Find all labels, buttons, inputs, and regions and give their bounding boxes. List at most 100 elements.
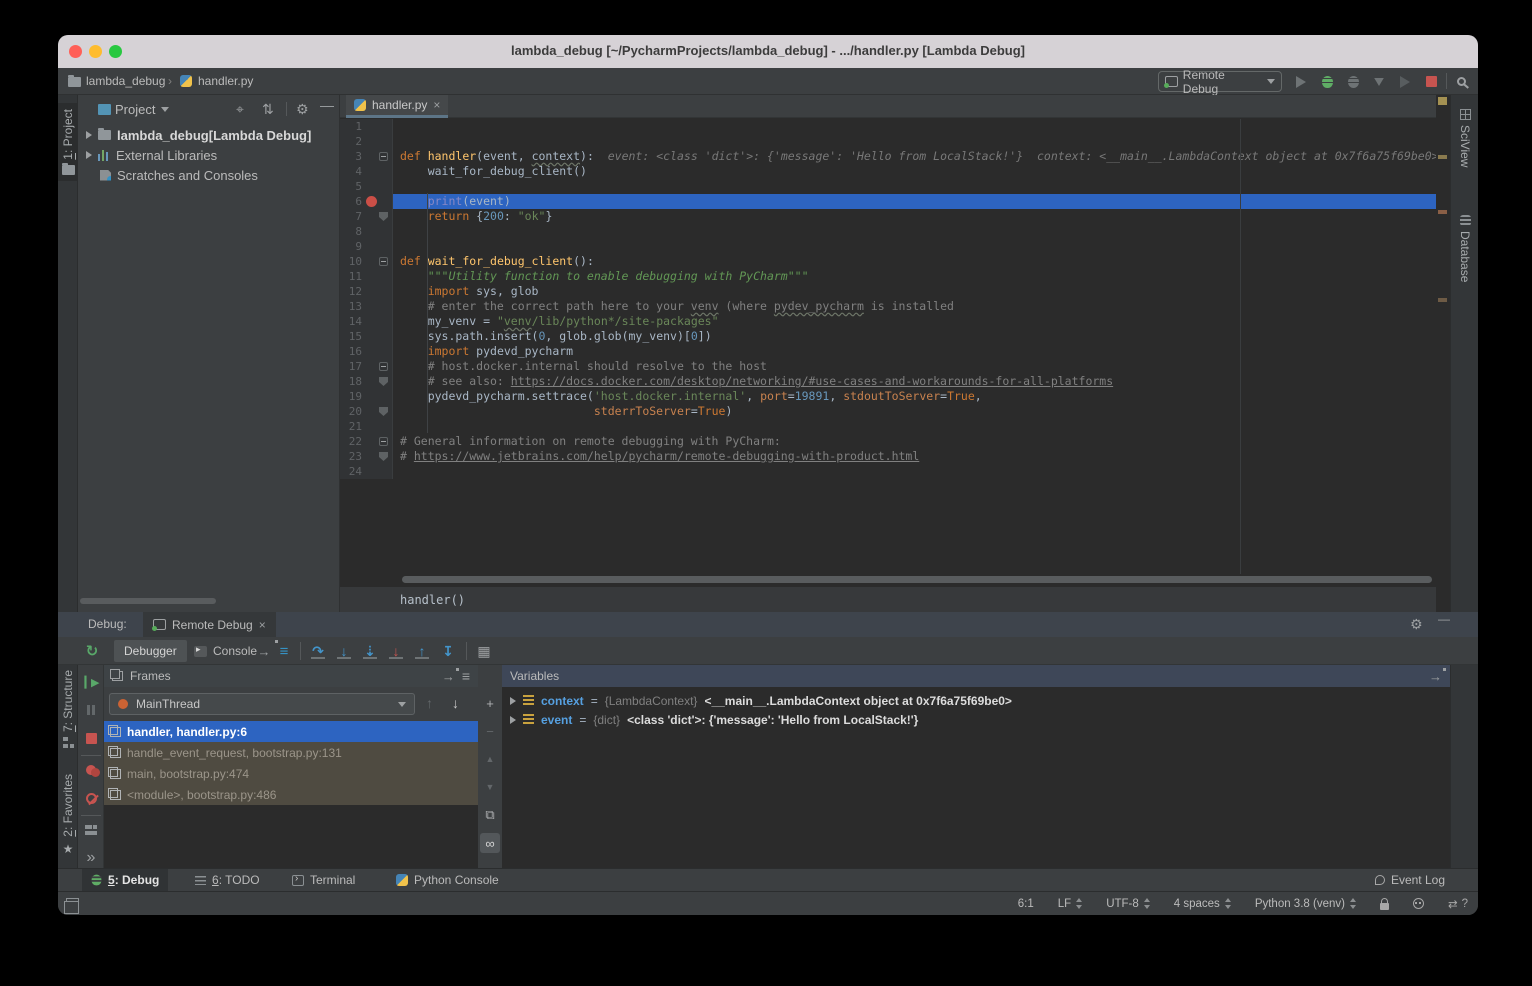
fold-marker-icon[interactable]	[379, 257, 388, 266]
expand-arrow-icon[interactable]	[86, 131, 92, 139]
editor-gutter-cell[interactable]: 13	[340, 299, 393, 314]
move-up-icon[interactable]: ▲	[480, 749, 500, 769]
project-hscrollbar[interactable]	[80, 598, 216, 604]
code-line[interactable]: 7 return {200: "ok"}	[340, 209, 1436, 224]
sidebar-item-project[interactable]: 1: Project	[58, 103, 78, 181]
fold-marker-icon[interactable]	[379, 362, 388, 371]
frames-header[interactable]: Frames → ≡	[104, 665, 478, 687]
run-button[interactable]	[1292, 73, 1310, 90]
frame-row[interactable]: handle_event_request, bootstrap.py:131	[104, 742, 478, 763]
debug-session-tab[interactable]: Remote Debug ×	[143, 612, 276, 637]
remove-watch-icon[interactable]: −	[480, 721, 500, 741]
tree-item-external-libraries[interactable]: External Libraries	[78, 145, 339, 165]
search-everywhere-button[interactable]	[1452, 73, 1470, 90]
status-item-4-spaces[interactable]: 4 spaces	[1174, 898, 1231, 910]
previous-frame-icon[interactable]: ↑	[426, 695, 433, 711]
tree-item-scratches-and-consoles[interactable]: Scratches and Consoles	[78, 165, 339, 185]
frame-row[interactable]: handler, handler.py:6	[104, 721, 478, 742]
editor-gutter-cell[interactable]: 22	[340, 434, 393, 449]
title-bar[interactable]: lambda_debug [~/PycharmProjects/lambda_d…	[58, 35, 1478, 68]
event-log-button[interactable]: Event Log	[1366, 869, 1454, 891]
fold-marker-icon[interactable]	[379, 377, 388, 386]
run-configuration-select[interactable]: Remote Debug	[1158, 71, 1282, 92]
code-line[interactable]: 3def handler(event, context): event: <cl…	[340, 149, 1436, 164]
jump-to-output-icon[interactable]: →	[254, 641, 274, 661]
step-into-icon[interactable]: ↓	[334, 641, 354, 661]
code-line[interactable]: 19 pydevd_pycharm.settrace('host.docker.…	[340, 389, 1436, 404]
status-face[interactable]	[1413, 898, 1424, 909]
tree-item-lambda-debug[interactable]: lambda_debug [Lambda Debug]	[78, 125, 339, 145]
frame-row[interactable]: main, bootstrap.py:474	[104, 763, 478, 784]
editor-gutter-cell[interactable]: 20	[340, 404, 393, 419]
status-item-python-3-8-venv-[interactable]: Python 3.8 (venv)	[1255, 898, 1356, 910]
run-to-cursor-icon[interactable]: ↧	[438, 641, 458, 661]
status-item-utf-8[interactable]: UTF-8	[1106, 898, 1150, 910]
code-line[interactable]: 21	[340, 419, 1436, 434]
editor-gutter-cell[interactable]: 15	[340, 329, 393, 344]
duplicate-watch-icon[interactable]: ⧉	[480, 805, 500, 825]
fold-marker-icon[interactable]	[379, 437, 388, 446]
editor-gutter-cell[interactable]: 4	[340, 164, 393, 179]
fold-marker-icon[interactable]	[379, 407, 388, 416]
warning-mark[interactable]	[1438, 155, 1447, 159]
jump-to-source-icon[interactable]: →	[442, 669, 455, 684]
code-line[interactable]: 17 # host.docker.internal should resolve…	[340, 359, 1436, 374]
editor-gutter-cell[interactable]: 19	[340, 389, 393, 404]
move-down-icon[interactable]: ▼	[480, 777, 500, 797]
step-out-icon[interactable]: ↑	[412, 641, 432, 661]
profiler-button[interactable]	[1370, 73, 1388, 90]
editor-gutter-cell[interactable]: 18	[340, 374, 393, 389]
code-line[interactable]: 4 wait_for_debug_client()	[340, 164, 1436, 179]
fold-marker-icon[interactable]	[379, 212, 388, 221]
fold-marker-icon[interactable]	[379, 452, 388, 461]
step-over-icon[interactable]: ↷	[308, 641, 328, 661]
show-watches-icon[interactable]: ∞	[480, 833, 500, 853]
locate-file-icon[interactable]: ⌖	[236, 101, 244, 118]
gear-icon[interactable]: ⚙	[1410, 616, 1423, 633]
expand-arrow-icon[interactable]	[86, 151, 92, 159]
view-breakpoints-icon[interactable]	[82, 761, 100, 779]
editor-gutter-cell[interactable]: 10	[340, 254, 393, 269]
collapse-all-icon[interactable]: ⇅	[262, 101, 274, 118]
code-line[interactable]: 10def wait_for_debug_client():	[340, 254, 1436, 269]
editor-gutter-cell[interactable]: 2	[340, 134, 393, 149]
menu-icon[interactable]: ≡	[462, 668, 470, 684]
editor-gutter-cell[interactable]: 16	[340, 344, 393, 359]
code-line[interactable]: 1	[340, 119, 1436, 134]
pause-icon[interactable]	[82, 701, 100, 719]
code-line[interactable]: 22# General information on remote debugg…	[340, 434, 1436, 449]
toolwindow-button-5-debug[interactable]: 5: Debug	[82, 869, 168, 891]
code-editor[interactable]: 123def handler(event, context): event: <…	[340, 119, 1436, 479]
resume-icon[interactable]: ▎▶	[82, 673, 100, 691]
editor-gutter-cell[interactable]: 7	[340, 209, 393, 224]
variable-row[interactable]: context={LambdaContext}<__main__.LambdaC…	[502, 691, 1450, 710]
sidebar-item-favorites[interactable]: 2: Favorites★	[58, 774, 78, 856]
editor-gutter-cell[interactable]: 14	[340, 314, 393, 329]
stop-icon[interactable]	[82, 729, 100, 747]
breadcrumb-root[interactable]: lambda_debug	[86, 74, 165, 88]
code-line[interactable]: 20 stderrToServer=True)	[340, 404, 1436, 419]
editor-hscrollbar[interactable]	[402, 576, 1432, 583]
variable-row[interactable]: event={dict}<class 'dict'>: {'message': …	[502, 710, 1450, 729]
editor-gutter-cell[interactable]: 1	[340, 119, 393, 134]
editor-gutter-cell[interactable]: 23	[340, 449, 393, 464]
code-line[interactable]: 6 print(event)	[340, 194, 1436, 209]
code-line[interactable]: 18 # see also: https://docs.docker.com/d…	[340, 374, 1436, 389]
stop-button[interactable]	[1422, 73, 1440, 90]
variables-header[interactable]: Variables →	[502, 665, 1450, 687]
code-line[interactable]: 15 sys.path.insert(0, glob.glob(my_venv)…	[340, 329, 1436, 344]
toolwindow-toggle-icon[interactable]	[66, 898, 79, 909]
add-watch-icon[interactable]: +	[480, 693, 500, 713]
hide-panel-icon[interactable]: —	[1438, 612, 1450, 626]
editor-gutter-cell[interactable]: 11	[340, 269, 393, 284]
error-stripe[interactable]	[1436, 95, 1450, 612]
code-line[interactable]: 13 # enter the correct path here to your…	[340, 299, 1436, 314]
editor-gutter-cell[interactable]: 5	[340, 179, 393, 194]
editor-gutter-cell[interactable]: 17	[340, 359, 393, 374]
mute-breakpoints-icon[interactable]	[82, 789, 100, 807]
rerun-icon[interactable]: ↻	[82, 641, 102, 661]
warning-mark[interactable]	[1438, 210, 1447, 214]
layout-settings-icon[interactable]: ≡	[274, 641, 294, 661]
fold-marker-icon[interactable]	[379, 152, 388, 161]
hide-panel-icon[interactable]: —	[320, 97, 334, 113]
